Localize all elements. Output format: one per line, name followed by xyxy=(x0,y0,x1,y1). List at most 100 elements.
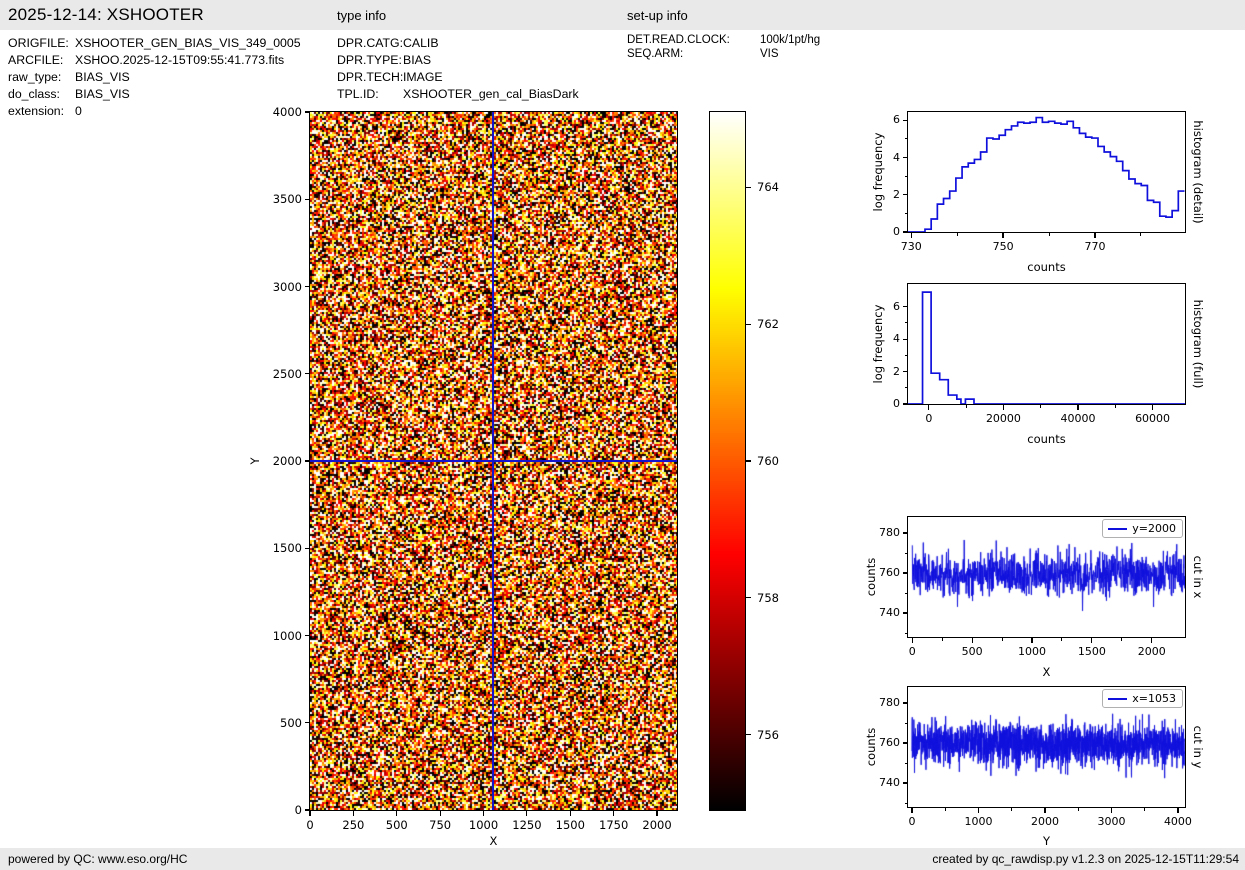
cut_y-x-minor-tick xyxy=(1011,808,1013,811)
cut_x-x-minor-tick xyxy=(941,638,943,641)
hist_detail-x-minor-tick xyxy=(1048,233,1050,236)
hist_detail-x-minor-tick xyxy=(956,233,958,236)
main-plot-y-tick xyxy=(304,373,309,375)
hist_full-y-tick-label: 4 xyxy=(893,332,900,346)
field-value: BIAS_VIS xyxy=(75,87,130,101)
setup-info-heading: set-up info xyxy=(627,8,688,23)
cut_y-y-tick-label: 760 xyxy=(879,736,900,749)
hist_detail-y-minor-tick xyxy=(904,175,907,177)
hist_detail-y-tick xyxy=(902,119,907,121)
main-plot-y-tick-label: 3500 xyxy=(272,192,302,207)
main-plot-y-tick-label: 2500 xyxy=(272,366,302,381)
cut-y-xaxis-label: Y xyxy=(1042,834,1051,848)
hist-detail-yaxis-label: log frequency xyxy=(871,132,885,212)
hist_full-y-minor-tick xyxy=(904,387,907,389)
cut_x-y-minor-tick xyxy=(904,632,907,634)
hist_detail-x-tick xyxy=(1094,233,1096,238)
main-plot-y-tick xyxy=(304,111,309,113)
field-label: ARCFILE: xyxy=(8,53,64,67)
main-plot-x-tick xyxy=(352,811,354,816)
field-value: XSHOOTER_GEN_BIAS_VIS_349_0005 xyxy=(75,36,301,50)
hist_full-line xyxy=(908,291,1185,404)
hist_full-x-tick xyxy=(1002,405,1005,410)
hist_full-y-tick-label: 2 xyxy=(893,364,900,378)
cut_y-y-minor-tick xyxy=(904,722,907,724)
cut_y-x-minor-tick xyxy=(1144,808,1146,811)
hist_full-y-tick xyxy=(902,306,907,308)
main-plot-y-tick xyxy=(304,547,309,549)
cut_x-x-minor-tick xyxy=(1121,638,1123,641)
cut_y-y-tick xyxy=(902,742,907,744)
file-info-row: ORIGFILE: XSHOOTER_GEN_BIAS_VIS_349_0005 xyxy=(8,36,301,50)
cut_y-y-tick-label: 740 xyxy=(879,776,900,789)
cut_x-y-minor-tick xyxy=(904,552,907,554)
cut_y-x-tick xyxy=(1177,808,1179,813)
main-plot-x-tick xyxy=(526,811,528,816)
field-value: 0 xyxy=(75,104,82,118)
hist_detail-x-tick-label: 750 xyxy=(992,240,1014,253)
crosshair-horizontal-line xyxy=(310,460,677,462)
cut_y-y-minor-tick xyxy=(904,802,907,804)
main-plot-y-tick-label: 1000 xyxy=(272,628,302,643)
field-label: extension: xyxy=(8,104,65,118)
hist-full-svg xyxy=(908,291,1185,404)
cut_x-x-minor-tick xyxy=(1061,638,1063,641)
field-label: raw_type: xyxy=(8,70,62,84)
main-plot-y-tick xyxy=(304,198,309,200)
cut_x-y-minor-tick xyxy=(904,592,907,594)
cut_x-y-tick xyxy=(902,572,907,574)
main-plot-y-tick xyxy=(304,809,309,811)
main-plot-y-tick-label: 2000 xyxy=(272,454,302,468)
main-plot-x-tick xyxy=(439,811,441,816)
hist_full-y-tick-label: 0 xyxy=(893,397,900,410)
hist_full-y-tick xyxy=(902,370,907,373)
cut_y-x-minor-tick xyxy=(944,808,946,811)
main-plot-x-tick xyxy=(309,811,311,816)
cut_y-x-minor-tick xyxy=(1077,808,1079,811)
hist_full-x-minor-tick xyxy=(965,405,967,408)
main-plot-y-tick xyxy=(304,285,309,288)
colorbar-tick-label: 762 xyxy=(757,317,779,332)
cut_x-x-tick-label: 1000 xyxy=(1018,645,1046,658)
hist_detail-y-tick-label: 6 xyxy=(893,113,900,127)
cut-y-side-label: cut in y xyxy=(1191,725,1205,769)
cut_y-x-tick-label: 4000 xyxy=(1163,815,1192,828)
cut_y-x-tick-label: 2000 xyxy=(1030,815,1059,828)
cut_y-y-tick xyxy=(902,782,907,784)
cut_x-x-tick-label: 500 xyxy=(961,645,983,658)
setup-info-row: SEQ.ARM: VIS xyxy=(627,48,779,60)
field-label: DPR.TYPE: xyxy=(337,53,402,67)
cut_y-x-tick-label: 0 xyxy=(908,815,916,828)
cut_x-x-tick xyxy=(971,638,973,643)
file-info-row: ARCFILE: XSHOO.2025-12-15T09:55:41.773.fi… xyxy=(8,53,284,67)
main-plot-y-tick-label: 4000 xyxy=(272,105,302,119)
hist_full-y-minor-tick xyxy=(904,322,907,324)
cut_x-x-tick xyxy=(1031,638,1033,643)
main-plot-y-tick-label: 3000 xyxy=(272,279,302,294)
field-value: XSHOOTER_gen_cal_BiasDark xyxy=(403,87,579,101)
hist_detail-y-tick-label: 0 xyxy=(893,225,900,238)
main-plot-y-tick xyxy=(304,722,309,724)
file-info-row: raw_type: BIAS_VIS xyxy=(8,70,130,84)
cut_y-x-tick xyxy=(1110,808,1113,813)
file-info-row: extension: 0 xyxy=(8,104,82,118)
hist_detail-x-tick xyxy=(1002,233,1004,238)
hist_full-x-tick xyxy=(928,405,930,410)
hist_detail-y-tick-label: 2 xyxy=(893,187,900,201)
field-label: ORIGFILE: xyxy=(8,36,69,50)
cut_y-y-tick xyxy=(902,702,907,704)
hist-detail-svg xyxy=(908,116,1185,232)
main-plot-x-tick xyxy=(482,811,485,816)
hist_full-y-minor-tick xyxy=(904,354,907,356)
type-info-row: TPL.ID: XSHOOTER_gen_cal_BiasDark xyxy=(337,87,579,101)
hist_full-y-tick xyxy=(902,403,907,405)
colorbar-tick xyxy=(746,323,751,325)
hist_detail-y-minor-tick xyxy=(904,138,907,140)
colorbar-tick-label: 764 xyxy=(757,180,779,195)
main-plot-x-tick xyxy=(656,811,658,816)
page-title: 2025-12-14: XSHOOTER xyxy=(8,5,204,24)
main-plot-y-tick-label: 0 xyxy=(294,803,302,817)
main-plot-x-tick xyxy=(396,811,398,816)
hist_full-x-tick xyxy=(1077,405,1079,410)
cut_x-x-tick xyxy=(1091,638,1093,643)
